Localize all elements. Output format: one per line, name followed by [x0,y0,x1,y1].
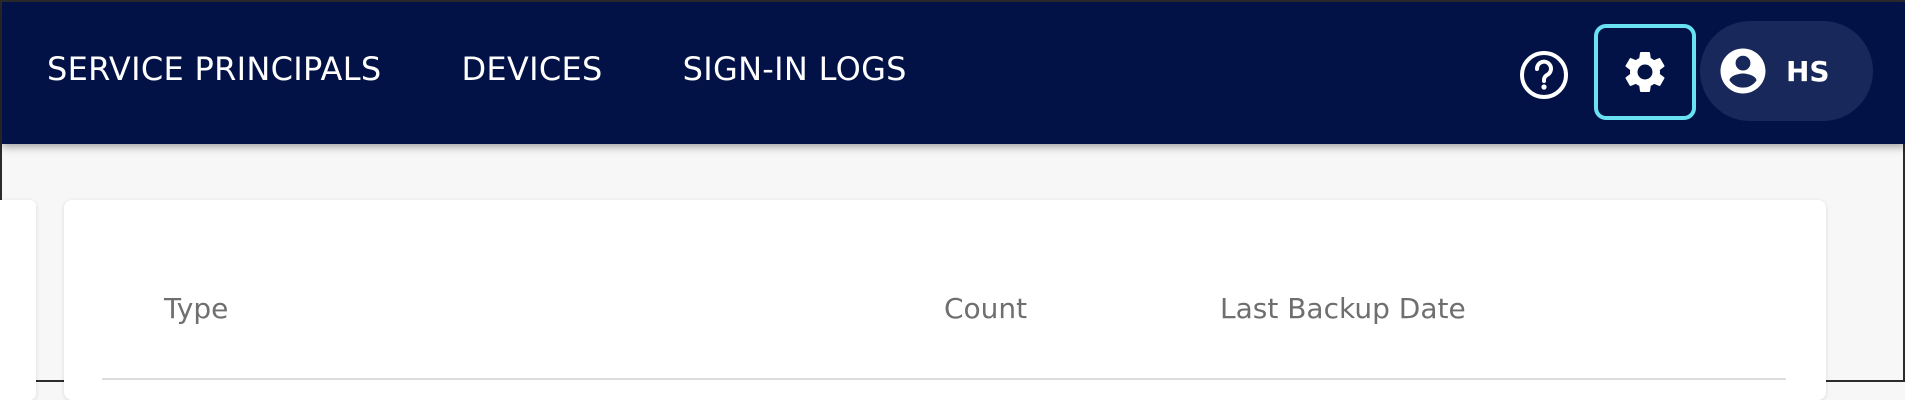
account-circle-icon [1716,44,1770,98]
column-header-count[interactable]: Count [944,292,1027,325]
main-nav: SERVICE PRINCIPALS DEVICES SIGN-IN LOGS [47,50,907,88]
help-button[interactable] [1517,48,1571,102]
settings-button[interactable] [1594,24,1696,120]
nav-sign-in-logs[interactable]: SIGN-IN LOGS [683,50,907,88]
side-panel-card [0,200,36,400]
column-header-type[interactable]: Type [164,292,228,325]
column-header-last-backup-date[interactable]: Last Backup Date [1220,292,1466,325]
user-initials: HS [1786,54,1830,88]
nav-service-principals[interactable]: SERVICE PRINCIPALS [47,50,381,88]
user-menu-button[interactable]: HS [1700,21,1873,121]
help-circle-icon [1520,51,1568,99]
gear-icon [1625,51,1665,92]
table-header-divider [102,378,1786,380]
top-app-bar: SERVICE PRINCIPALS DEVICES SIGN-IN LOGS … [2,2,1905,144]
nav-devices[interactable]: DEVICES [461,50,602,88]
